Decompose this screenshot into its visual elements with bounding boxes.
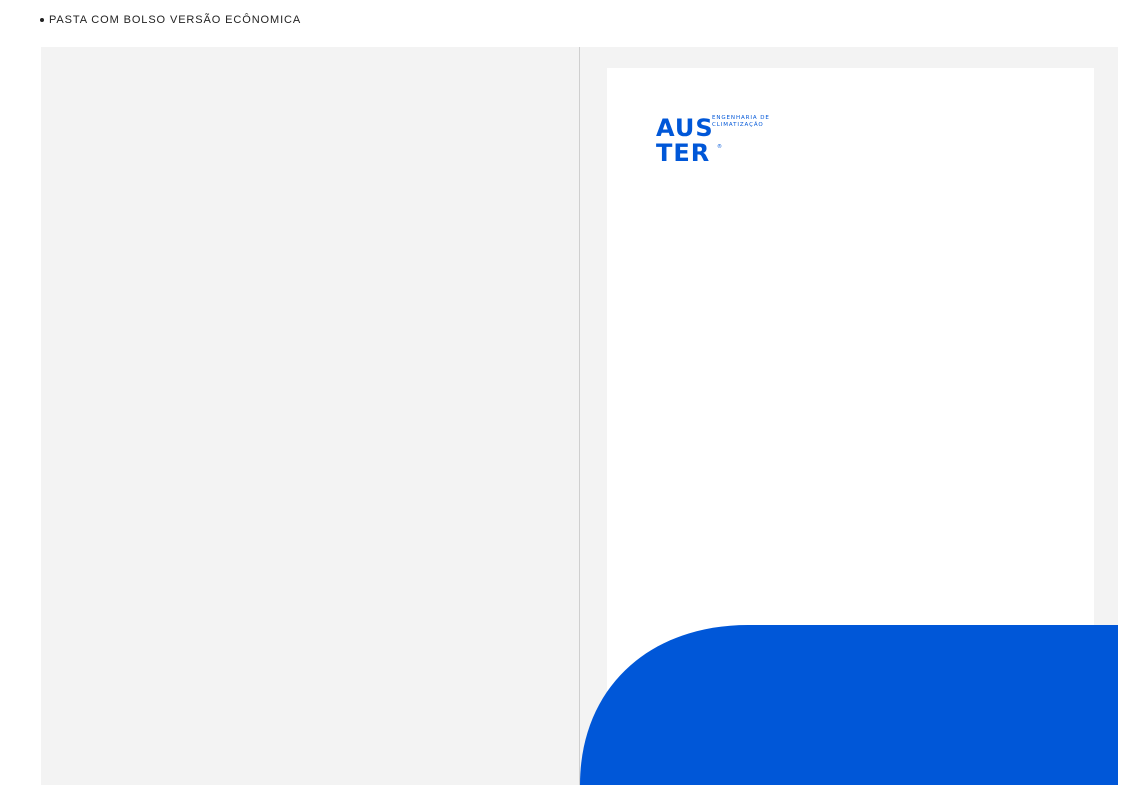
logo-word-line2: TER [656, 139, 711, 167]
logo-tagline-line2: CLIMATIZAÇÃO [712, 121, 764, 128]
caption-text: PASTA COM BOLSO VERSÃO ECÔNOMICA [49, 14, 302, 26]
page: PASTA COM BOLSO VERSÃO ECÔNOMICA AUS TER… [0, 0, 1132, 785]
folder-inner-right-panel: AUS TER ® ENGENHARIA DE CLIMATIZAÇÃO [580, 47, 1118, 785]
folder-inner-left-panel [41, 47, 579, 785]
bullet-icon [40, 18, 44, 22]
logo-tagline: ENGENHARIA DE CLIMATIZAÇÃO [712, 115, 770, 128]
logo-tagline-line1: ENGENHARIA DE [712, 115, 770, 121]
pocket-flap-shape [580, 625, 1118, 785]
section-caption: PASTA COM BOLSO VERSÃO ECÔNOMICA [40, 14, 301, 26]
pocket-flap-curve [580, 625, 1118, 785]
registered-mark: ® [717, 144, 722, 150]
logo-word-line1: AUS [656, 114, 714, 142]
folder-mockup: AUS TER ® ENGENHARIA DE CLIMATIZAÇÃO [41, 47, 1118, 785]
auster-logo: AUS TER ® ENGENHARIA DE CLIMATIZAÇÃO [656, 114, 806, 174]
